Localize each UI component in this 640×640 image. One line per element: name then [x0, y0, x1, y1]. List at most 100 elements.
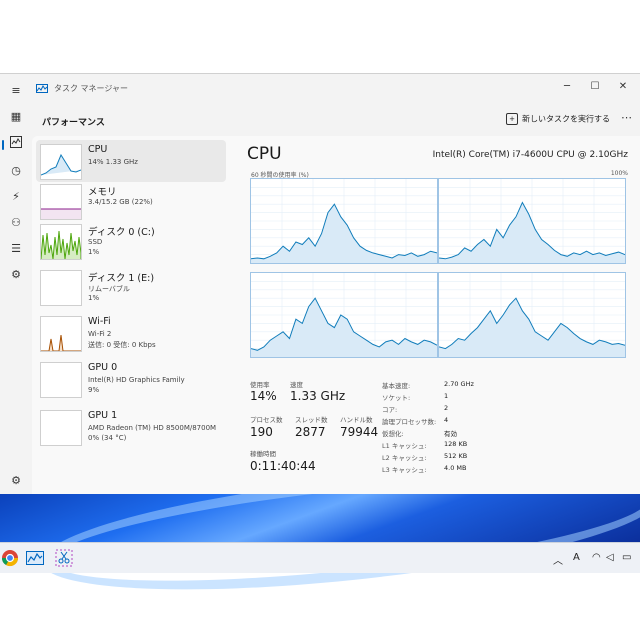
- task-manager-app-icon: [36, 84, 48, 93]
- graph-axis-max: 100%: [610, 170, 628, 177]
- handle-value: 79944: [340, 425, 379, 439]
- sidebar-item-name: GPU 1: [88, 410, 118, 421]
- spec-label: L3 キャッシュ:: [382, 466, 427, 474]
- sidebar-item-cpu[interactable]: CPU 14% 1.33 GHz: [36, 140, 226, 182]
- sidebar-item-name: CPU: [88, 144, 108, 155]
- gpu-1-thumbnail: [40, 410, 82, 446]
- sidebar-item-detail: SSD: [88, 238, 103, 246]
- sidebar-item-memory[interactable]: メモリ 3.4/15.2 GB (22%): [36, 180, 226, 222]
- gpu-0-thumbnail: [40, 362, 82, 398]
- speed-value: 1.33 GHz: [290, 389, 346, 403]
- spec-value: 有効: [444, 430, 457, 438]
- cpu-thumbnail: [40, 144, 82, 180]
- window-title: タスク マネージャー: [54, 84, 128, 93]
- spec-value: 2: [444, 404, 449, 412]
- run-new-task-button[interactable]: + 新しいタスクを実行する: [506, 113, 610, 125]
- handle-label: ハンドル数: [340, 416, 373, 424]
- details-icon[interactable]: ☰: [6, 240, 26, 258]
- sidebar-item-gpu-0[interactable]: GPU 0 Intel(R) HD Graphics Family 9%: [36, 358, 226, 400]
- performance-icon[interactable]: [2, 136, 26, 154]
- sidebar-item-detail: 14% 1.33 GHz: [88, 158, 138, 166]
- spec-label: 仮想化:: [382, 430, 404, 438]
- spec-value: 4: [444, 416, 449, 424]
- disk-1-thumbnail: [40, 270, 82, 306]
- sidebar-item-name: Wi-Fi: [88, 316, 111, 327]
- spec-value: 512 KB: [444, 452, 468, 460]
- sidebar-item-detail: リムーバブル: [88, 285, 130, 293]
- sidebar-item-detail-2: 1%: [88, 294, 100, 302]
- cpu-core-graph-0: [250, 178, 438, 264]
- processes-icon[interactable]: ▦: [6, 108, 26, 126]
- run-new-task-label: 新しいタスクを実行する: [522, 114, 610, 124]
- wifi-icon[interactable]: ◠: [592, 552, 601, 563]
- memory-thumbnail: [40, 184, 82, 220]
- sidebar-item-disk-0[interactable]: ディスク 0 (C:) SSD 1%: [36, 220, 226, 262]
- sidebar-item-detail-2: 9%: [88, 386, 100, 394]
- sidebar-item-gpu-1[interactable]: GPU 1 AMD Radeon (TM) HD 8500M/8700M 0% …: [36, 406, 226, 448]
- sidebar-item-disk-1[interactable]: ディスク 1 (E:) リムーバブル 1%: [36, 266, 226, 308]
- spec-label: コア:: [382, 406, 398, 414]
- battery-icon[interactable]: ▭: [622, 552, 631, 563]
- new-task-icon: +: [506, 113, 518, 125]
- sidebar-item-detail: Wi-Fi 2: [88, 330, 112, 338]
- thread-label: スレッド数: [295, 416, 328, 424]
- sidebar-item-detail-2: 送信: 0 受信: 0 Kbps: [88, 341, 156, 349]
- uptime-value: 0:11:40:44: [250, 459, 316, 473]
- sidebar-item-name: メモリ: [88, 187, 117, 198]
- users-icon[interactable]: ⚇: [6, 214, 26, 232]
- sidebar-item-detail-2: 0% (34 °C): [88, 434, 127, 442]
- process-value: 190: [250, 425, 273, 439]
- cpu-detail-panel: CPU Intel(R) Core(TM) i7-4600U CPU @ 2.1…: [240, 136, 638, 494]
- spec-value: 128 KB: [444, 440, 468, 448]
- more-options-icon[interactable]: ⋯: [621, 111, 632, 124]
- ime-indicator-icon[interactable]: A: [573, 552, 580, 563]
- spec-value: 4.0 MB: [444, 464, 467, 472]
- desktop-wallpaper: [0, 447, 640, 613]
- spec-label: ソケット:: [382, 394, 411, 402]
- sidebar-item-wifi[interactable]: Wi-Fi Wi-Fi 2 送信: 0 受信: 0 Kbps: [36, 312, 226, 354]
- left-navigation: ≡ ▦ ◷ ⚡ ⚇ ☰ ⚙ ⚙: [0, 74, 32, 494]
- title-bar: タスク マネージャー ─ ☐ ✕: [0, 74, 640, 104]
- cpu-core-graph-2: [250, 272, 438, 358]
- chrome-icon[interactable]: [0, 548, 20, 568]
- task-manager-taskbar-icon[interactable]: [25, 548, 45, 568]
- sidebar-item-name: ディスク 1 (E:): [88, 273, 155, 284]
- spec-label: 論理プロセッサ数:: [382, 418, 437, 426]
- cpu-title: CPU: [247, 144, 282, 164]
- cpu-core-graph-3: [438, 272, 626, 358]
- speed-label: 速度: [290, 381, 303, 389]
- startup-apps-icon[interactable]: ⚡: [6, 188, 26, 206]
- show-hidden-icons-chevron-icon[interactable]: ︿: [553, 552, 563, 567]
- task-manager-window: タスク マネージャー ─ ☐ ✕ ≡ ▦ ◷ ⚡ ⚇ ☰ ⚙ ⚙ パフォーマンス…: [0, 73, 640, 494]
- page-header: パフォーマンス + 新しいタスクを実行する ⋯: [32, 104, 640, 136]
- spec-label: L1 キャッシュ:: [382, 442, 427, 450]
- maximize-button[interactable]: ☐: [584, 78, 606, 96]
- settings-gear-icon[interactable]: ⚙: [6, 472, 26, 490]
- snipping-tool-icon[interactable]: [54, 548, 74, 568]
- minimize-button[interactable]: ─: [556, 78, 578, 96]
- spec-value: 2.70 GHz: [444, 380, 474, 388]
- spec-label: L2 キャッシュ:: [382, 454, 427, 462]
- disk-0-thumbnail: [40, 224, 82, 260]
- thread-value: 2877: [295, 425, 326, 439]
- taskbar: ︿ A ◠ ◁ ▭: [0, 542, 640, 573]
- volume-icon[interactable]: ◁: [606, 552, 614, 563]
- sidebar-item-detail: 3.4/15.2 GB (22%): [88, 198, 153, 206]
- sidebar-item-name: GPU 0: [88, 362, 118, 373]
- services-icon[interactable]: ⚙: [6, 266, 26, 284]
- uptime-label: 稼働時間: [250, 450, 276, 458]
- wifi-thumbnail: [40, 316, 82, 352]
- utilization-value: 14%: [250, 389, 277, 403]
- sidebar-item-detail: AMD Radeon (TM) HD 8500M/8700M: [88, 424, 217, 432]
- close-button[interactable]: ✕: [612, 78, 634, 96]
- sidebar-item-detail-2: 1%: [88, 248, 100, 256]
- sidebar-item-name: ディスク 0 (C:): [88, 227, 155, 238]
- app-history-icon[interactable]: ◷: [6, 162, 26, 180]
- process-label: プロセス数: [250, 416, 283, 424]
- hamburger-menu-icon[interactable]: ≡: [6, 82, 26, 100]
- sidebar-item-detail: Intel(R) HD Graphics Family: [88, 376, 185, 384]
- spec-value: 1: [444, 392, 449, 400]
- spec-label: 基本速度:: [382, 382, 411, 390]
- page-title: パフォーマンス: [42, 118, 105, 128]
- performance-content: CPU 14% 1.33 GHz メモリ 3.4/15.2 GB (22%) デ…: [32, 136, 640, 494]
